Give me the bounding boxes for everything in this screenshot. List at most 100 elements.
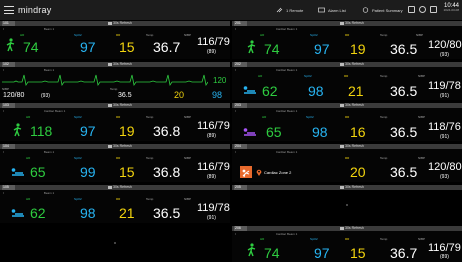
- temp-value: 36.5: [390, 83, 418, 99]
- spo2-value: 98: [80, 205, 96, 221]
- refresh-info: 30s Refresh: [340, 103, 364, 108]
- lock-icon[interactable]: [430, 6, 437, 13]
- patient-tile-105[interactable]: 105 30s Refresh I Beam 1 HR 62 SpO2 98 RR…: [0, 185, 230, 223]
- rr-value: 19: [350, 41, 366, 57]
- location-pin-icon: [256, 169, 262, 176]
- rr-value: 15: [119, 39, 135, 55]
- hr-value: 120: [213, 76, 227, 85]
- spo2-value: 99: [80, 164, 96, 180]
- rr-value: 21: [348, 83, 364, 99]
- refresh-info: 30s Refresh: [108, 185, 132, 190]
- temp-value: 36.5: [390, 124, 418, 140]
- map-value: (93): [41, 93, 50, 99]
- map-value: (93): [440, 52, 449, 58]
- temp-value: 36.8: [153, 164, 181, 180]
- refresh-info: 30s Refresh: [108, 144, 132, 149]
- bed-label: 206: [234, 226, 247, 231]
- lying-person-icon: [243, 86, 256, 94]
- nibp-value: 118/76: [428, 121, 461, 133]
- refresh-info: 30s Refresh: [108, 21, 132, 26]
- walking-person-icon: [247, 40, 256, 54]
- refresh-info: 30s Refresh: [340, 144, 364, 149]
- rr-value: 15: [350, 245, 366, 261]
- rr-value: 16: [350, 124, 366, 140]
- temp-value: 36.5: [390, 164, 418, 180]
- rr-value: 19: [119, 123, 135, 139]
- nibp-value: 119/78: [197, 202, 230, 214]
- bed-label: 202: [234, 62, 247, 67]
- map-value: (89): [207, 49, 216, 55]
- hr-value: 65: [266, 124, 282, 140]
- patient-tile-205-empty[interactable]: 205 30s Refresh: [232, 185, 462, 223]
- temp-value: 36.7: [390, 245, 418, 261]
- alarm-list-icon: [318, 7, 325, 13]
- settings-icon[interactable]: [419, 6, 426, 13]
- walking-person-icon: [13, 123, 22, 137]
- hr-value: 62: [262, 83, 278, 99]
- spo2-value: 98: [312, 124, 328, 140]
- walking-person-icon: [6, 38, 15, 52]
- temp-value: 36.5: [390, 41, 418, 57]
- ecg-waveform: [2, 74, 208, 86]
- refresh-info: 30s Refresh: [340, 62, 364, 67]
- temp-value: 36.5: [118, 92, 132, 99]
- nibp-value: 120/80: [3, 92, 25, 99]
- fall-alarm-indicator[interactable]: [240, 166, 252, 178]
- patient-tile-103[interactable]: 103 30s Refresh I Cardiac Beam 1 HR 118 S…: [0, 103, 230, 141]
- refresh-info: 30s Refresh: [340, 185, 364, 190]
- bed-label: 105: [2, 185, 15, 190]
- patient-tile-102[interactable]: 102 30s Refresh I Beam 1 120 NIBP 120/80 …: [0, 62, 230, 100]
- lying-person-icon: [11, 168, 24, 176]
- bed-label: 101: [2, 21, 15, 26]
- hr-value: 74: [23, 39, 39, 55]
- refresh-info: 30s Refresh: [108, 103, 132, 108]
- spo2-value: 97: [314, 245, 330, 261]
- empty-indicator: [114, 242, 116, 244]
- patient-summary-button[interactable]: Patient Summary: [362, 5, 403, 15]
- refresh-info: 30s Refresh: [340, 21, 364, 26]
- hr-value: 118: [30, 123, 53, 139]
- map-value: (91): [207, 215, 216, 221]
- hr-value: 74: [264, 41, 280, 57]
- patient-tile-206[interactable]: 206 30s Refresh I Cardiac Beam 1 HR 74 Sp…: [232, 226, 462, 262]
- refresh-info: 30s Refresh: [340, 226, 364, 231]
- nibp-value: 116/79: [197, 36, 230, 48]
- spo2-value: 97: [80, 123, 96, 139]
- nibp-value: 119/78: [428, 80, 461, 92]
- empty-bed-tile[interactable]: [0, 226, 230, 262]
- nibp-value: 116/79: [197, 120, 230, 132]
- patient-tile-203[interactable]: 203 30s Refresh I Cardiac Beam 1 HR 65 Sp…: [232, 103, 462, 141]
- empty-indicator: [346, 204, 348, 206]
- spo2-value: 97: [314, 41, 330, 57]
- top-bar: mindray 1 Remote Alarm List Patient Summ…: [0, 0, 462, 20]
- map-value: (91): [440, 93, 449, 99]
- map-value: (91): [440, 134, 449, 140]
- temp-value: 36.5: [153, 205, 181, 221]
- patient-tile-202[interactable]: 202 30s Refresh I Cardiac Beam 1 HR 62 Sp…: [232, 62, 462, 100]
- rr-value: 20: [350, 164, 366, 180]
- bed-label: 104: [2, 144, 15, 149]
- bed-label: 103: [2, 103, 15, 108]
- bed-label: 205: [234, 185, 247, 190]
- map-value: (89): [207, 174, 216, 180]
- nibp-value: 116/79: [428, 242, 461, 254]
- nibp-value: 120/80: [428, 39, 462, 51]
- patient-tile-204[interactable]: 204 30s Refresh I Cardiac Beam 1 Cardiac …: [232, 144, 462, 182]
- remote-icon: [276, 7, 283, 13]
- patient-tile-201[interactable]: 201 30s Refresh I Cardiac Beam 1 HR 74 Sp…: [232, 21, 462, 59]
- map-value: (89): [440, 254, 449, 260]
- rr-value: 20: [174, 90, 185, 100]
- remote-button[interactable]: 1 Remote: [276, 5, 303, 15]
- alarm-list-button[interactable]: Alarm List: [318, 5, 346, 15]
- hr-value: 74: [264, 245, 280, 261]
- temp-value: 36.7: [153, 39, 181, 55]
- spo2-value: 98: [212, 90, 223, 100]
- lying-person-icon: [11, 209, 24, 217]
- patient-tile-101[interactable]: 101 30s Refresh I Beam 1 HR 74 SpO2 97 RR…: [0, 21, 230, 59]
- layout-icon[interactable]: [408, 6, 415, 13]
- nibp-value: 116/79: [197, 161, 230, 173]
- alarm-message: Cardiac Zone 2: [264, 170, 292, 175]
- lying-person-icon: [243, 128, 256, 136]
- menu-icon[interactable]: [4, 6, 14, 14]
- patient-tile-104[interactable]: 104 30s Refresh I Beam 1 HR 65 SpO2 99 RR…: [0, 144, 230, 182]
